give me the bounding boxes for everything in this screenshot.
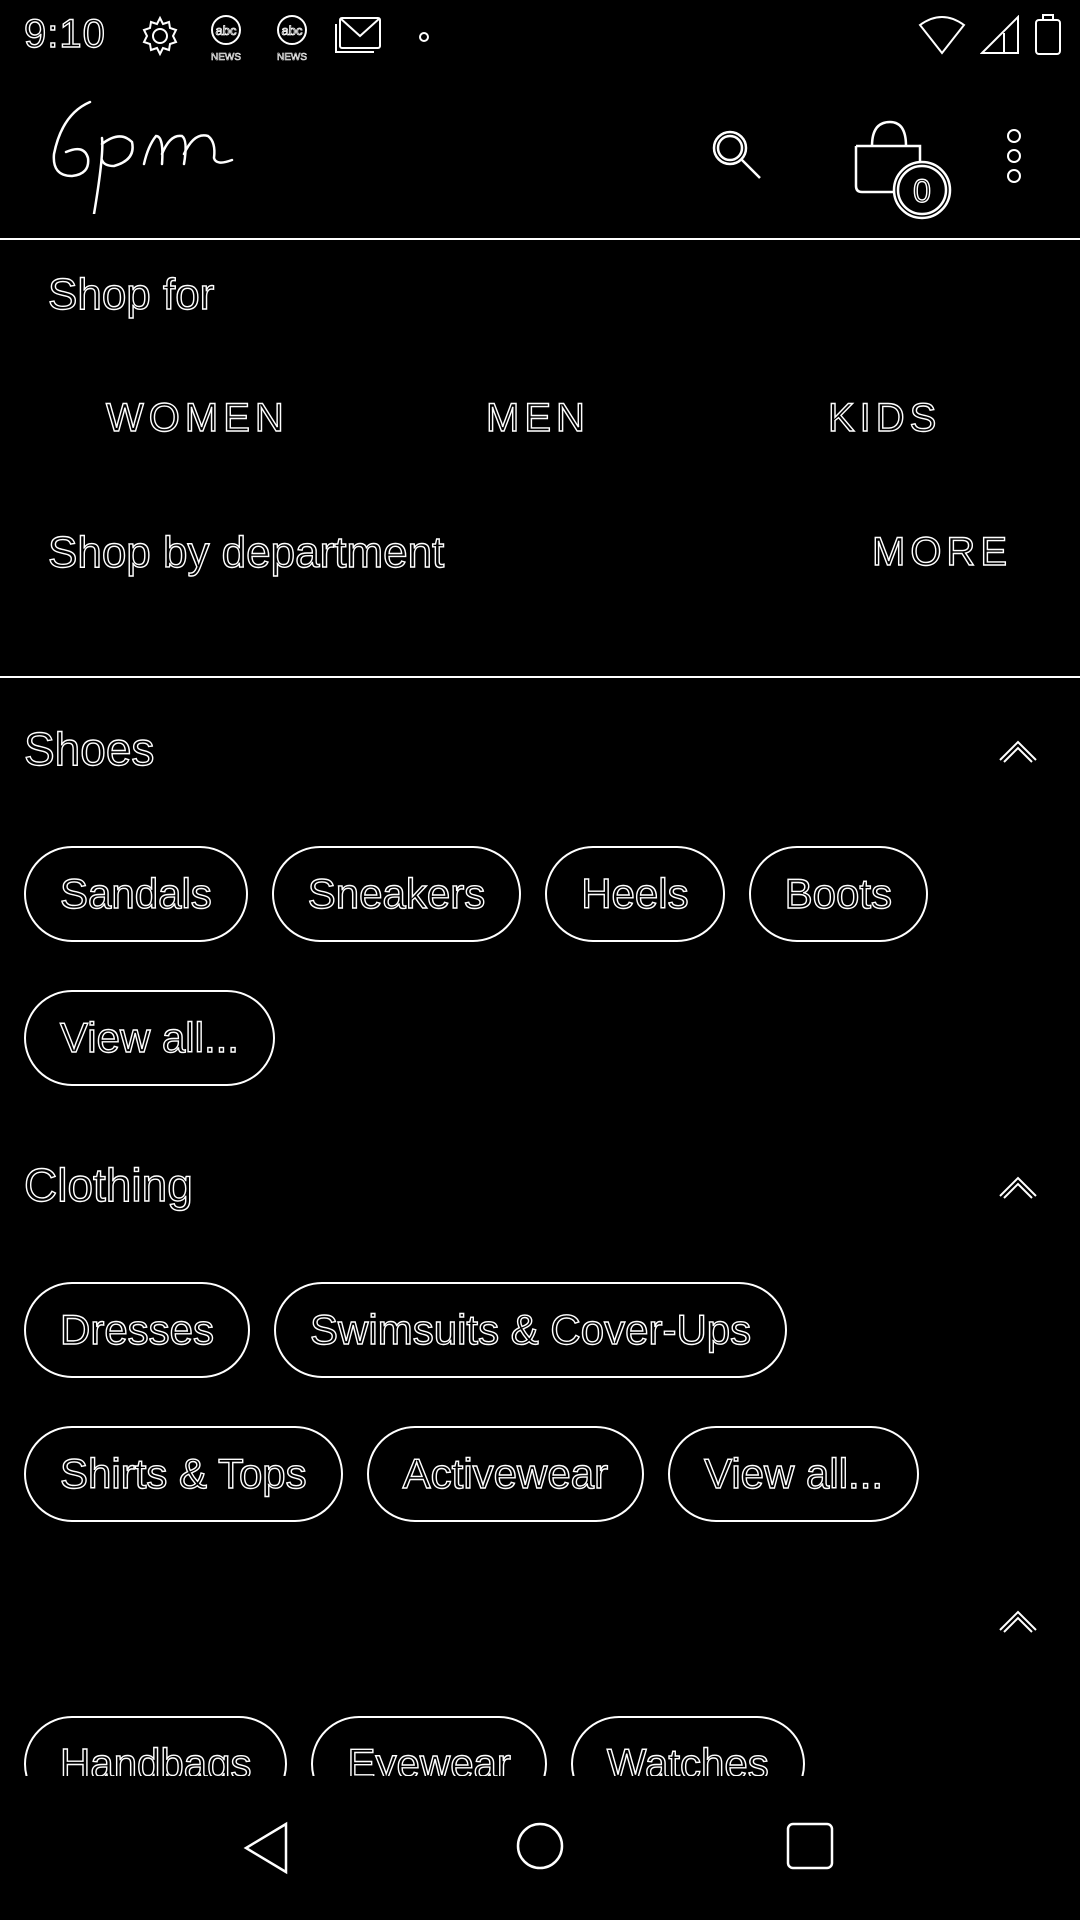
chip-boots[interactable]: Boots xyxy=(748,846,929,942)
search-icon[interactable] xyxy=(706,124,766,189)
abc-news-icon: abc NEWS xyxy=(270,14,314,67)
recents-icon[interactable] xyxy=(784,1820,836,1877)
home-icon[interactable] xyxy=(514,1820,566,1877)
chevron-up-icon[interactable] xyxy=(998,1606,1038,1639)
shop-for-men[interactable]: MEN xyxy=(485,395,590,441)
category-header-accessories[interactable] xyxy=(0,1592,1080,1662)
chip-row: Dresses Swimsuits & Cover-Ups xyxy=(24,1282,788,1378)
shop-for-title: Shop for xyxy=(47,269,215,319)
wifi-icon xyxy=(918,15,966,60)
shopping-bag-icon[interactable]: 0 xyxy=(850,116,962,231)
chevron-up-icon[interactable] xyxy=(998,1172,1038,1205)
back-icon[interactable] xyxy=(240,1820,292,1881)
shop-for-kids[interactable]: KIDS xyxy=(827,395,941,441)
gmail-icon xyxy=(334,14,384,59)
brand-logo[interactable] xyxy=(44,94,244,219)
svg-text:abc: abc xyxy=(216,23,237,38)
system-nav-bar xyxy=(0,1776,1080,1920)
chip-row: View all... xyxy=(24,990,275,1086)
signal-icon xyxy=(979,14,1020,60)
chip-dresses[interactable]: Dresses xyxy=(24,1282,251,1378)
chip-view-all-shoes[interactable]: View all... xyxy=(24,990,275,1086)
department-title: Shop by department xyxy=(47,527,445,577)
svg-text:NEWS: NEWS xyxy=(211,52,241,62)
status-time: 9:10 xyxy=(23,11,106,56)
chip-view-all-clothing[interactable]: View all... xyxy=(668,1426,920,1522)
department-more-button[interactable]: MORE xyxy=(871,529,1012,575)
battery-icon xyxy=(1034,14,1062,61)
dot-icon xyxy=(418,30,430,48)
svg-text:abc: abc xyxy=(282,23,303,38)
scroll-clip: Handbags Eyewear Watches xyxy=(0,1700,1080,1776)
chip-sneakers[interactable]: Sneakers xyxy=(271,846,522,942)
chip-watches[interactable]: Watches xyxy=(570,1716,805,1776)
shop-for-options: WOMEN MEN KIDS xyxy=(0,395,1080,460)
chip-handbags[interactable]: Handbags xyxy=(24,1716,288,1776)
settings-gear-icon xyxy=(138,14,182,63)
chip-eyewear[interactable]: Eyewear xyxy=(311,1716,547,1776)
svg-text:NEWS: NEWS xyxy=(277,52,307,62)
category-header-clothing[interactable]: Clothing xyxy=(0,1158,1080,1228)
section-divider xyxy=(0,676,1080,678)
chip-heels[interactable]: Heels xyxy=(545,846,725,942)
chip-swimsuits[interactable]: Swimsuits & Cover-Ups xyxy=(274,1282,788,1378)
chip-row: Shirts & Tops Activewear View all... xyxy=(24,1426,920,1522)
category-title: Clothing xyxy=(23,1158,193,1211)
category-title: Shoes xyxy=(23,722,155,775)
chip-sandals[interactable]: Sandals xyxy=(24,846,248,942)
app-bar: 0 xyxy=(0,72,1080,240)
more-vert-icon[interactable] xyxy=(996,126,1032,191)
chip-row: Sandals Sneakers Heels Boots xyxy=(24,846,929,942)
chip-shirts-tops[interactable]: Shirts & Tops xyxy=(24,1426,343,1522)
cart-count: 0 xyxy=(913,173,931,209)
shop-for-women[interactable]: WOMEN xyxy=(105,395,289,441)
chip-activewear[interactable]: Activewear xyxy=(366,1426,645,1522)
chip-row: Handbags Eyewear Watches xyxy=(24,1716,805,1776)
status-bar: 9:10 abc NEWS abc NEWS xyxy=(0,0,1080,72)
chevron-up-icon[interactable] xyxy=(998,736,1038,769)
abc-news-icon: abc NEWS xyxy=(204,14,248,67)
category-header-shoes[interactable]: Shoes xyxy=(0,722,1080,792)
